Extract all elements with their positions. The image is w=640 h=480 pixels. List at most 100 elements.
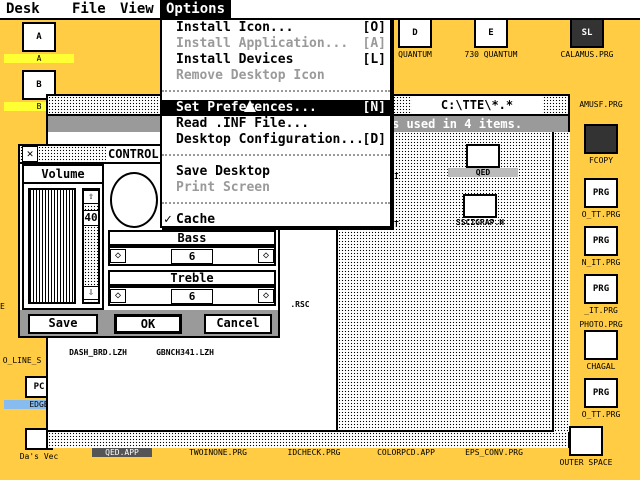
menu-item-label: Save Desktop [176,164,270,179]
menu-item-set-preferences[interactable]: Set Preferences... [N] [162,100,390,116]
menu-item-install-icon[interactable]: Install Icon... [O] [162,20,390,36]
file-item-label: DASH_BRD.LZH [69,348,127,357]
vertical-scrollbar[interactable] [552,132,570,432]
ok-button[interactable]: OK [114,314,182,334]
desktop-icon-o-tt-prg-1[interactable]: PRG O_TT.PRG [562,178,640,219]
desktop-icon-twoinone[interactable]: TWOINONE.PRG [178,446,258,457]
menu-separator [162,202,390,212]
menu-item-label: Desktop Configuration... [176,132,364,147]
drive-icon: E [474,18,508,48]
desktop-icon-fcopy[interactable]: FCOPY [562,124,640,165]
desktop-icon-label: AMUSF.PRG [562,100,640,109]
desktop-icon-it-prg[interactable]: PRG _IT.PRG [562,274,640,315]
desktop-icon-label: N_IT.PRG [562,258,640,267]
program-icon: PRG [584,226,618,256]
menu-item-install-devices[interactable]: Install Devices [L] [162,52,390,68]
file-window-title: C:\TTE\*.* [412,96,542,114]
menu-desk[interactable]: Desk [6,0,40,18]
desktop-icon-730-quantum[interactable]: E 730 QUANTUM [456,18,526,59]
desktop-icon-eps-conv[interactable]: EPS_CONV.PRG [454,446,534,457]
desktop-icon-photo-prg[interactable]: PHOTO.PRG [562,318,640,329]
file-item-qed[interactable]: QED [448,144,518,177]
desktop-icon-idcheck[interactable]: IDCHECK.PRG [274,446,354,457]
treble-slider[interactable]: ◇ 6 ◇ [108,286,276,306]
shortcut-key: [O] [362,20,386,35]
desktop-icon-n-it-prg[interactable]: PRG N_IT.PRG [562,226,640,267]
menu-options[interactable]: Options [160,0,232,18]
program-icon: PRG [584,378,618,408]
desktop-icon-label: 730 QUANTUM [456,50,526,59]
menu-separator [162,90,390,100]
menu-item-remove-desktop-icon: Remove Desktop Icon [162,68,390,84]
options-menu: Install Icon... [O] Install Application..… [160,18,392,228]
mouse-pointer-icon [244,100,256,112]
desktop-icon-label: CALAMUS.PRG [552,50,622,59]
shortcut-key: [L] [362,52,386,67]
desktop-icon-label: Da's Vec [4,452,74,461]
file-item-rsc[interactable]: .RSC [280,300,320,309]
file-item-dash-brd[interactable]: DASH_BRD.LZH [58,348,138,357]
menu-item-read-inf-file[interactable]: Read .INF File... [162,116,390,132]
volume-group: Volume ⇧ 40 ⇩ [22,164,104,310]
bass-slider[interactable]: ◇ 6 ◇ [108,246,276,266]
file-item-label: .RSC [290,300,310,309]
bass-value[interactable]: 6 [171,248,213,264]
file-item-label: GBNCH341.LZH [156,348,214,357]
menu-item-label: Print Screen [176,180,270,195]
file-item-label: QED [448,168,518,177]
arrow-left-icon[interactable]: ◇ [110,249,126,263]
outer-space-icon [569,426,603,456]
menu-item-label: Read .INF File... [176,116,310,131]
desktop-icon-outer-space[interactable]: OUTER SPACE [546,426,626,467]
arrow-right-icon[interactable]: ◇ [258,289,274,303]
desktop-icon-qed-app[interactable]: QED.APP [92,446,152,457]
desktop-icon-drive-a[interactable]: A A [4,22,74,63]
disk-icon [584,124,618,154]
desktop-icon-ge[interactable]: GE [0,300,20,311]
document-icon [463,194,497,218]
treble-label: Treble [108,270,276,286]
close-icon[interactable]: ✕ [22,146,38,162]
desktop-icon-label: QED.APP [92,448,152,457]
desktop-icon-label: GE [0,302,20,311]
desktop-icon-label: PHOTO.PRG [562,320,640,329]
desktop-icon-chagal[interactable]: CHAGAL [562,330,640,371]
desktop-icon-colorpcd[interactable]: COLORPCD.APP [366,446,446,457]
save-button[interactable]: Save [28,314,98,334]
treble-value[interactable]: 6 [171,288,213,304]
desktop-icon-label: O_LINE_S [0,356,52,365]
desktop-icon-label: OUTER SPACE [546,458,626,467]
file-item-label: SSCIGRAP.H [455,218,505,227]
menu-item-print-screen: Print Screen [162,180,390,196]
desktop-icon-label: EPS_CONV.PRG [454,448,534,457]
desktop-icon-label: O_TT.PRG [562,210,640,219]
desktop-icon-o-tt-prg-2[interactable]: PRG O_TT.PRG [562,378,640,419]
desktop-icon-amusf[interactable]: AMUSF.PRG [562,98,640,109]
desktop-icon-o-line-s[interactable]: O_LINE_S [0,354,52,365]
desktop-icon-label: IDCHECK.PRG [274,448,354,457]
control-panel-title: CONTROL [106,146,161,162]
file-item-sscigrap[interactable]: SSCIGRAP.H [440,194,520,227]
bass-label: Bass [108,230,276,246]
arrow-down-icon[interactable]: ⇩ [83,286,99,300]
menu-file[interactable]: File [72,0,106,18]
menu-item-label: Install Icon... [176,20,294,35]
menu-view[interactable]: View [120,0,154,18]
menu-bar: Desk File View Options [0,0,640,20]
arrow-up-icon[interactable]: ⇧ [83,190,99,204]
menu-item-label: Install Application... [176,36,349,51]
cancel-button[interactable]: Cancel [204,314,272,334]
desktop-icon-calamus[interactable]: SL CALAMUS.PRG [552,18,622,59]
arrow-right-icon[interactable]: ◇ [258,249,274,263]
file-item-gbnch341[interactable]: GBNCH341.LZH [140,348,230,357]
chagall-icon [584,330,618,360]
menu-item-cache[interactable]: ✓ Cache [162,212,390,228]
volume-value[interactable]: 40 [83,210,99,226]
checkmark-icon: ✓ [164,212,172,227]
desktop-icon-label: _IT.PRG [562,306,640,315]
menu-item-desktop-configuration[interactable]: Desktop Configuration... [D] [162,132,390,148]
menu-item-label: Cache [176,212,216,227]
menu-item-save-desktop[interactable]: Save Desktop [162,164,390,180]
desktop-icon-label: A [4,54,74,63]
arrow-left-icon[interactable]: ◇ [110,289,126,303]
